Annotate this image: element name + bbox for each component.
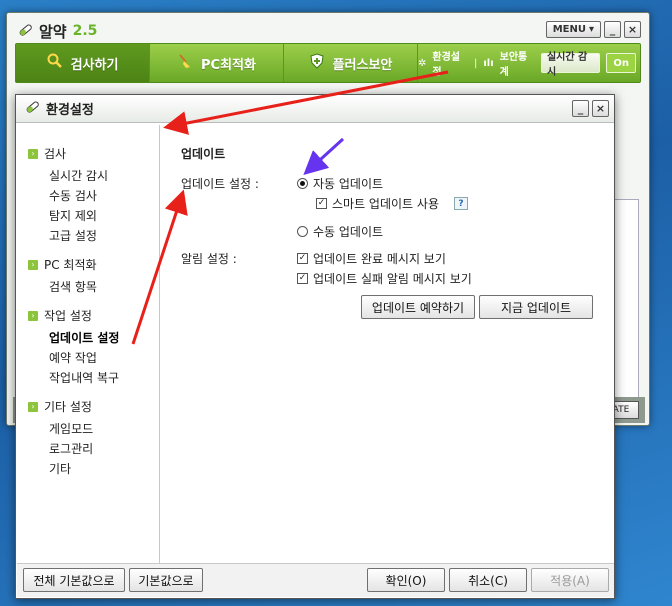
chevron-right-icon: › — [28, 148, 38, 159]
manual-update-radio[interactable]: 수동 업데이트 — [297, 223, 383, 240]
checkmark-icon: ✓ — [297, 273, 308, 284]
auto-update-label: 자동 업데이트 — [313, 177, 384, 191]
sidebar-item-log-manage[interactable]: 로그관리 — [49, 439, 159, 459]
tab-pc-optimize-label: PC최적화 — [201, 57, 256, 73]
shield-plus-icon — [309, 53, 325, 73]
sidebar-item-manual-scan[interactable]: 수동 검사 — [49, 186, 159, 206]
caret-down-icon: ▾ — [588, 24, 594, 35]
tab-plus-security[interactable]: 플러스보안 — [284, 44, 418, 82]
update-setting-label: 업데이트 설정 : — [181, 177, 259, 191]
chevron-right-icon: › — [28, 401, 38, 412]
sidebar-item-search-items[interactable]: 검색 항목 — [49, 277, 159, 297]
alert-complete-checkbox[interactable]: ✓ 업데이트 완료 메시지 보기 — [297, 250, 446, 267]
sidebar-group-pc-optimize[interactable]: › PC 최적화 — [28, 256, 159, 273]
radio-unselected-icon — [297, 226, 308, 237]
checkmark-icon: ✓ — [316, 198, 327, 209]
broom-icon — [177, 53, 193, 73]
schedule-update-button[interactable]: 업데이트 예약하기 — [361, 295, 475, 319]
app-version: 2.5 — [72, 23, 98, 39]
update-now-button[interactable]: 지금 업데이트 — [479, 295, 593, 319]
divider: | — [473, 57, 478, 69]
sidebar-item-update-settings[interactable]: 업데이트 설정 — [49, 328, 159, 348]
pill-logo-icon — [17, 22, 33, 41]
dialog-title: 환경설정 — [46, 103, 94, 118]
main-tab-bar: 검사하기 PC최적화 플러스보안 ✲ 환경설정 | ılı 보안통계 실시간 감… — [15, 43, 641, 83]
security-stats-link[interactable]: 보안통계 — [500, 48, 535, 78]
tab-pc-optimize[interactable]: PC최적화 — [150, 44, 284, 82]
sidebar-group-label: 기타 설정 — [44, 400, 92, 414]
dialog-title-bar: 환경설정 — [16, 95, 614, 123]
gear-icon: ✲ — [418, 57, 427, 69]
sidebar-group-label: PC 최적화 — [44, 258, 97, 272]
sidebar-item-game-mode[interactable]: 게임모드 — [49, 419, 159, 439]
tab-bar-right: ✲ 환경설정 | ılı 보안통계 실시간 감시 On — [418, 48, 640, 78]
magnifier-icon — [47, 53, 63, 73]
sidebar-group-label: 작업 설정 — [44, 309, 92, 323]
sidebar-group-task-settings[interactable]: › 작업 설정 — [28, 307, 159, 324]
sidebar-group-other[interactable]: › 기타 설정 — [28, 398, 159, 415]
checkmark-icon: ✓ — [297, 253, 308, 264]
dialog-footer: 전체 기본값으로 기본값으로 확인(O) 취소(C) 적용(A) — [17, 563, 614, 597]
main-window-controls: MENU ▾ _ × — [545, 21, 641, 38]
apply-button[interactable]: 적용(A) — [531, 568, 609, 592]
sidebar-item-advanced[interactable]: 고급 설정 — [49, 226, 159, 246]
settings-content: 업데이트 업데이트 설정 : 자동 업데이트 ✓ 스마트 업데이트 사용 ? 수… — [161, 125, 615, 565]
sidebar-item-exclusions[interactable]: 탐지 제외 — [49, 206, 159, 226]
tab-scan-label: 검사하기 — [70, 57, 119, 73]
reset-button[interactable]: 기본값으로 — [129, 568, 203, 592]
smart-update-label: 스마트 업데이트 사용 — [332, 197, 439, 211]
main-close-button[interactable]: × — [624, 21, 641, 38]
cancel-button[interactable]: 취소(C) — [449, 568, 527, 592]
sidebar-group-scan[interactable]: › 검사 — [28, 145, 159, 162]
menu-label: MENU — [552, 24, 586, 35]
smart-update-checkbox[interactable]: ✓ 스마트 업데이트 사용 ? — [316, 195, 468, 212]
alert-fail-checkbox[interactable]: ✓ 업데이트 실패 알림 메시지 보기 — [297, 270, 472, 287]
radio-selected-icon — [297, 178, 308, 189]
sidebar-group-label: 검사 — [44, 147, 67, 161]
sidebar-item-etc[interactable]: 기타 — [49, 459, 159, 479]
main-minimize-button[interactable]: _ — [604, 21, 621, 38]
settings-link[interactable]: 환경설정 — [432, 48, 467, 78]
alert-setting-label: 알림 설정 : — [181, 252, 237, 266]
dialog-close-button[interactable]: × — [592, 100, 609, 117]
tab-plus-security-label: 플러스보안 — [332, 57, 393, 73]
reset-all-button[interactable]: 전체 기본값으로 — [23, 568, 125, 592]
sidebar-item-scheduled-tasks[interactable]: 예약 작업 — [49, 348, 159, 368]
sidebar-item-realtime[interactable]: 실시간 감시 — [49, 166, 159, 186]
settings-sidebar: › 검사 실시간 감시 수동 검사 탐지 제외 고급 설정 › PC 최적화 검… — [17, 125, 160, 565]
ok-button[interactable]: 확인(O) — [367, 568, 445, 592]
realtime-toggle[interactable]: On — [606, 53, 636, 73]
section-title: 업데이트 — [181, 147, 226, 161]
chevron-right-icon: › — [28, 259, 38, 270]
settings-dialog: 환경설정 _ × › 검사 실시간 감시 수동 검사 탐지 제외 고급 설정 ›… — [15, 94, 615, 599]
menu-button[interactable]: MENU ▾ — [545, 21, 601, 38]
app-name: 알약 — [39, 22, 67, 41]
dialog-minimize-button[interactable]: _ — [572, 100, 589, 117]
pill-logo-icon — [24, 99, 40, 119]
dialog-window-controls: _ × — [572, 100, 609, 117]
auto-update-radio[interactable]: 자동 업데이트 — [297, 175, 383, 192]
chevron-right-icon: › — [28, 310, 38, 321]
app-title-bar: 알약 2.5 — [17, 19, 97, 43]
tab-scan[interactable]: 검사하기 — [16, 44, 150, 82]
alert-complete-label: 업데이트 완료 메시지 보기 — [313, 252, 446, 266]
sidebar-item-restore-history[interactable]: 작업내역 복구 — [49, 368, 159, 388]
bar-chart-icon: ılı — [483, 57, 494, 69]
realtime-watch-label: 실시간 감시 — [540, 52, 601, 78]
manual-update-label: 수동 업데이트 — [313, 225, 384, 239]
alert-fail-label: 업데이트 실패 알림 메시지 보기 — [313, 272, 472, 286]
help-icon[interactable]: ? — [454, 197, 468, 210]
